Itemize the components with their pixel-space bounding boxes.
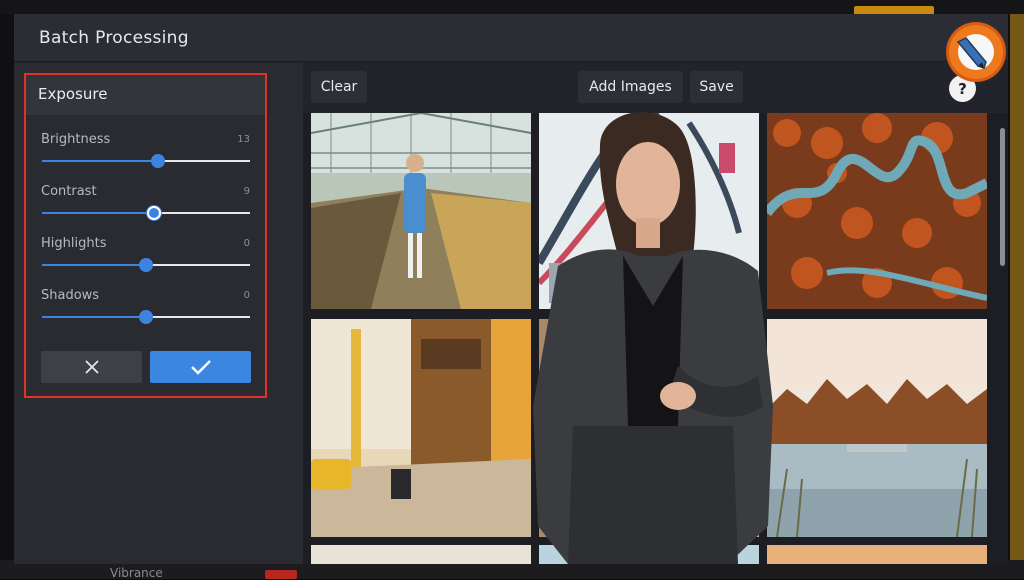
brightness-slider[interactable]: Brightness 13 xyxy=(26,115,265,168)
grid-image-row3-a[interactable] xyxy=(311,545,531,564)
greenhouse-photo xyxy=(311,113,531,309)
checkmark-icon xyxy=(190,360,211,375)
grid-image-street[interactable] xyxy=(311,319,531,537)
brightness-track-fill xyxy=(42,160,159,162)
contrast-track[interactable] xyxy=(42,212,250,214)
highlights-track-fill xyxy=(42,264,146,266)
shadows-track-fill xyxy=(42,316,146,318)
grid-image-greenhouse[interactable] xyxy=(311,113,531,309)
brightness-value: 13 xyxy=(237,134,250,145)
exposure-panel: Exposure Brightness 13 Contrast 9 Highli… xyxy=(24,73,267,398)
contrast-label: Contrast xyxy=(41,184,97,199)
exposure-panel-title: Exposure xyxy=(38,85,108,103)
exposure-panel-header: Exposure xyxy=(26,75,265,115)
lake-forest-photo xyxy=(767,319,987,537)
grid-image-lake[interactable] xyxy=(767,319,987,537)
close-icon xyxy=(84,360,99,374)
overlay-person-image xyxy=(533,112,773,564)
shadows-handle[interactable] xyxy=(139,310,153,324)
save-button[interactable]: Save xyxy=(690,71,743,103)
contrast-handle[interactable] xyxy=(147,206,162,220)
cancel-button[interactable] xyxy=(41,351,142,383)
shadows-value: 0 xyxy=(243,290,250,301)
backdrop-vibrance-label: Vibrance xyxy=(110,566,163,580)
contrast-slider[interactable]: Contrast 9 xyxy=(26,167,265,220)
dialog-header: Batch Processing xyxy=(14,14,1008,62)
clear-button[interactable]: Clear xyxy=(311,71,367,103)
highlights-handle[interactable] xyxy=(139,258,153,272)
highlights-slider[interactable]: Highlights 0 xyxy=(26,219,265,272)
brightness-handle[interactable] xyxy=(151,154,166,168)
dialog-title: Batch Processing xyxy=(39,28,189,48)
panel-actions xyxy=(41,351,251,383)
contrast-value: 9 xyxy=(243,186,250,197)
grid-image-row3-c[interactable] xyxy=(767,545,987,564)
grid-scrollbar[interactable] xyxy=(1000,128,1005,266)
add-images-button[interactable]: Add Images xyxy=(578,71,683,103)
highlights-label: Highlights xyxy=(41,236,107,251)
brightness-label: Brightness xyxy=(41,132,111,147)
shadows-label: Shadows xyxy=(41,288,100,303)
winding-road-photo xyxy=(767,113,987,309)
contrast-track-fill xyxy=(42,212,155,214)
grid-image-road[interactable] xyxy=(767,113,987,309)
app-logo-pencil-icon xyxy=(946,22,1006,82)
city-street-photo xyxy=(311,319,531,537)
backdrop-right-strip xyxy=(1010,14,1024,579)
backdrop-badge xyxy=(265,570,297,579)
shadows-slider[interactable]: Shadows 0 xyxy=(26,271,265,324)
brightness-track[interactable] xyxy=(42,160,250,162)
apply-button[interactable] xyxy=(150,351,251,383)
highlights-value: 0 xyxy=(243,238,250,249)
